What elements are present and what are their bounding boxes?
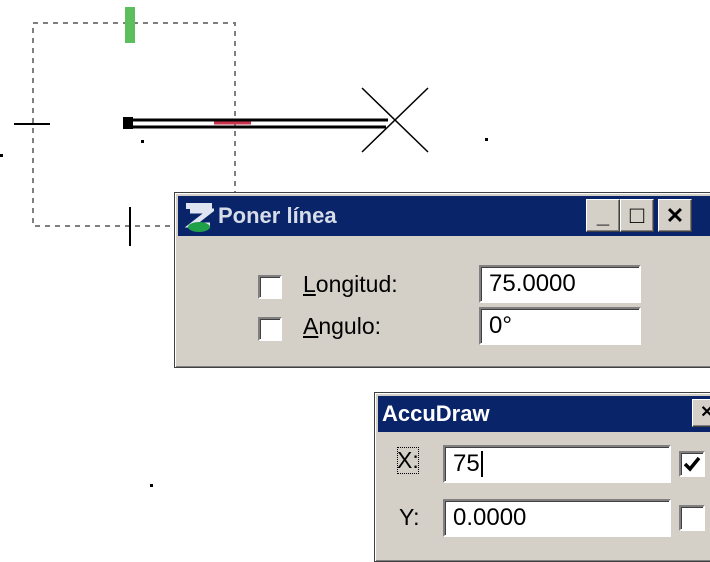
minimize-button[interactable]: _: [586, 199, 620, 232]
tentative-dot: [141, 140, 144, 143]
place-line-titlebar[interactable]: Poner línea _ □ ✕: [178, 196, 710, 236]
x-lock-checkbox[interactable]: [679, 451, 705, 477]
x-field[interactable]: 75: [443, 445, 671, 483]
x-value: 75: [453, 450, 480, 477]
accudraw-close-button[interactable]: ✕: [692, 399, 710, 427]
length-field[interactable]: 75.0000: [479, 265, 641, 303]
close-button[interactable]: ✕: [658, 199, 692, 232]
length-label-mnemonic: L: [303, 271, 316, 297]
close-icon: ✕: [700, 404, 710, 421]
accudraw-title: AccuDraw: [382, 401, 490, 426]
x-label: X:: [397, 447, 419, 474]
dialog-title: Poner línea: [218, 203, 337, 228]
y-field[interactable]: 0.0000: [443, 499, 671, 537]
accudraw-titlebar[interactable]: AccuDraw ✕: [378, 396, 710, 432]
length-lock-checkbox[interactable]: [258, 275, 282, 299]
top-handle[interactable]: [125, 7, 135, 43]
angle-lock-checkbox[interactable]: [258, 317, 282, 341]
text-caret: [480, 451, 483, 477]
maximize-icon: □: [629, 201, 645, 229]
tentative-dot: [485, 138, 488, 141]
microstation-icon: [184, 201, 218, 233]
angle-value: 0°: [489, 312, 512, 339]
y-label-text: Y:: [399, 504, 420, 530]
y-label: Y:: [399, 504, 419, 531]
accudraw-dialog: AccuDraw ✕ X: 75 Y: 0.0000: [374, 392, 710, 562]
place-line-dialog: Poner línea _ □ ✕ Longitud: 75.0000 Angu…: [174, 192, 710, 368]
angle-label: Angulo:: [303, 313, 381, 340]
length-value: 75.0000: [489, 270, 576, 297]
angle-label-text: ngulo:: [318, 313, 382, 339]
x-label-text: X:: [397, 447, 419, 473]
maximize-button[interactable]: □: [620, 199, 654, 232]
check-icon: [683, 456, 701, 472]
y-lock-checkbox[interactable]: [679, 505, 705, 531]
minimize-icon: _: [596, 203, 610, 228]
tentative-dot: [0, 154, 3, 157]
length-label: Longitud:: [303, 271, 398, 298]
tentative-dot: [150, 484, 153, 487]
angle-field[interactable]: 0°: [479, 307, 641, 345]
length-label-text: ongitud:: [315, 271, 398, 297]
y-value: 0.0000: [453, 504, 527, 531]
angle-label-mnemonic: A: [303, 313, 319, 339]
close-icon: ✕: [665, 202, 685, 228]
